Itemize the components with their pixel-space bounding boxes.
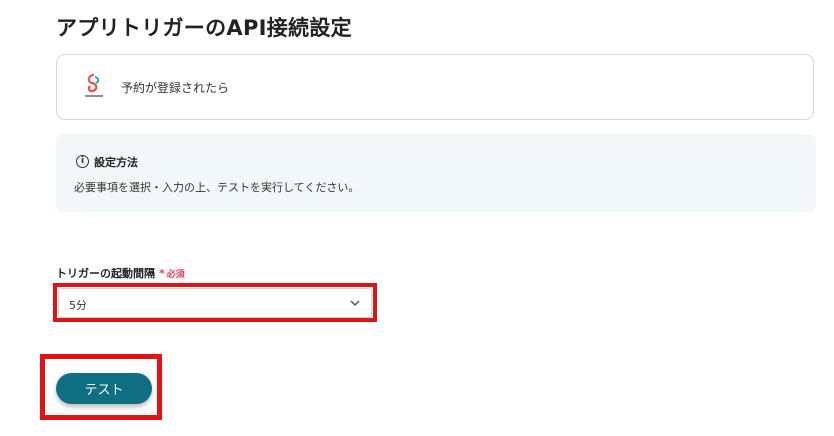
interval-select-value: 5分 (69, 299, 87, 312)
info-icon: i (76, 155, 89, 168)
interval-label-text: トリガーの起動間隔 (56, 267, 155, 280)
trigger-card[interactable]: 予約が登録されたら (56, 54, 814, 120)
info-box: i 設定方法 必要事項を選択・入力の上、テストを実行してください。 (56, 134, 816, 212)
required-asterisk: * (159, 267, 165, 280)
interval-field-label: トリガーの起動間隔 * 必須 (56, 265, 185, 281)
page-title: アプリトリガーのAPI接続設定 (56, 16, 352, 40)
info-title: 設定方法 (94, 156, 138, 169)
required-text: 必須 (166, 270, 185, 280)
chevron-down-icon (350, 300, 360, 307)
info-description: 必要事項を選択・入力の上、テストを実行してください。 (74, 181, 360, 194)
interval-select[interactable]: 5分 (58, 288, 372, 318)
trigger-label: 予約が登録されたら (121, 81, 230, 95)
test-button[interactable]: テスト (56, 373, 152, 404)
app-logo-icon (85, 73, 103, 97)
